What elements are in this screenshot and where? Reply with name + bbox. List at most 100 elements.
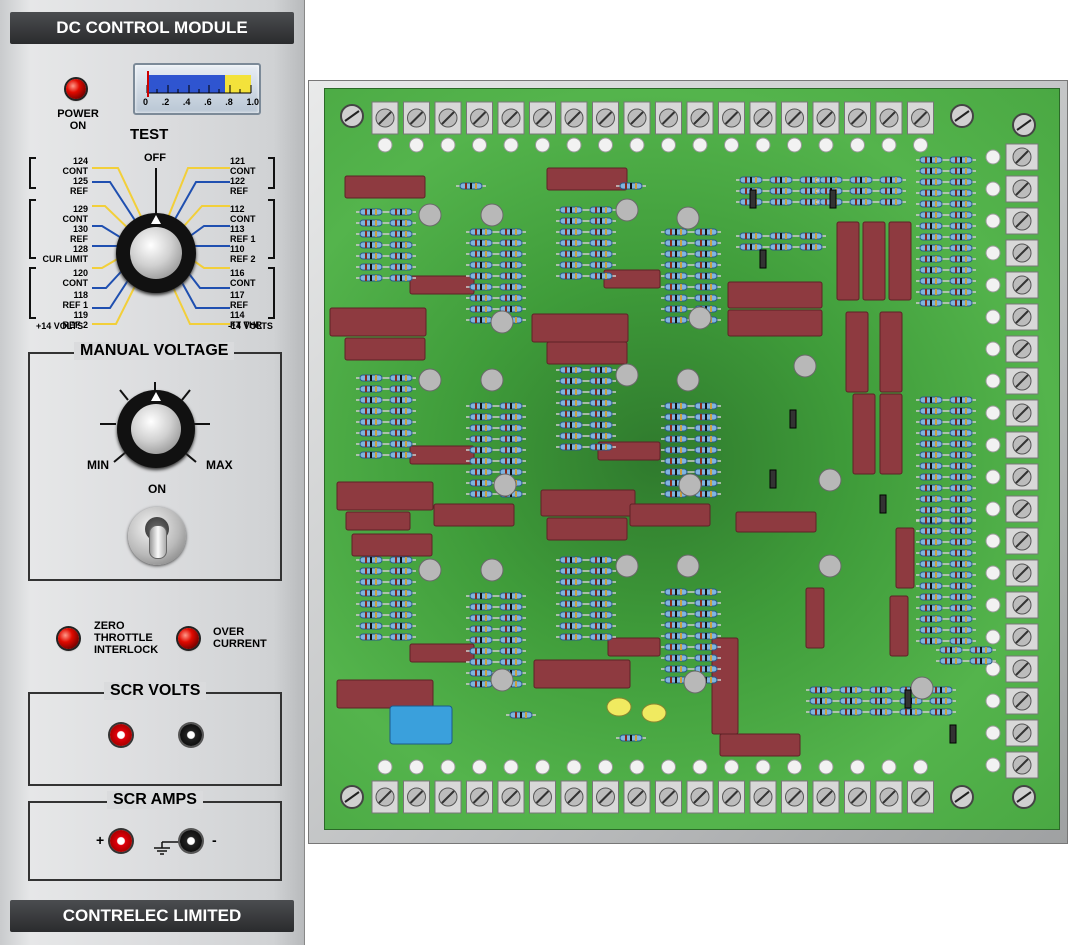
screw-terminal bbox=[1005, 143, 1039, 171]
screw-terminal bbox=[907, 780, 934, 814]
resistor-band bbox=[940, 698, 942, 704]
transistor bbox=[793, 354, 817, 378]
resistor-band bbox=[965, 605, 967, 611]
resistor-band bbox=[930, 605, 932, 611]
resistor-band bbox=[965, 583, 967, 589]
diode bbox=[759, 249, 767, 269]
resistor-band bbox=[930, 157, 932, 163]
resistor-band bbox=[575, 444, 577, 450]
resistor-band bbox=[960, 561, 962, 567]
resistor-band bbox=[805, 188, 807, 194]
resistor-band bbox=[955, 441, 957, 447]
power-resistor bbox=[344, 337, 426, 361]
resistor-band bbox=[675, 306, 677, 312]
solder-pad bbox=[881, 137, 897, 153]
resistor-band bbox=[565, 579, 567, 585]
resistor-band bbox=[600, 262, 602, 268]
resistor-band bbox=[960, 223, 962, 229]
resistor-band bbox=[930, 561, 932, 567]
resistor-band bbox=[480, 425, 482, 431]
resistor-band bbox=[955, 452, 957, 458]
resistor-band bbox=[925, 528, 927, 534]
resistor-band bbox=[505, 240, 507, 246]
resistor-band bbox=[700, 611, 702, 617]
resistor-band bbox=[960, 419, 962, 425]
resistor-band bbox=[925, 430, 927, 436]
resistor-band bbox=[930, 627, 932, 633]
resistor-band bbox=[400, 275, 402, 281]
power-resistor bbox=[533, 659, 631, 689]
solder-pad bbox=[985, 373, 1001, 389]
resistor-band bbox=[675, 273, 677, 279]
resistor-band bbox=[710, 295, 712, 301]
resistor-band bbox=[755, 244, 757, 250]
resistor-band bbox=[705, 622, 707, 628]
resistor-band bbox=[925, 550, 927, 556]
resistor-band bbox=[965, 594, 967, 600]
resistor-band bbox=[405, 242, 407, 248]
diode bbox=[749, 189, 757, 209]
resistor-band bbox=[700, 469, 702, 475]
screw-terminal bbox=[718, 780, 745, 814]
power-resistor bbox=[719, 733, 801, 757]
resistor-band bbox=[480, 317, 482, 323]
resistor-band bbox=[965, 485, 967, 491]
resistor-band bbox=[485, 681, 487, 687]
solder-pad bbox=[985, 757, 1001, 773]
resistor-band bbox=[680, 262, 682, 268]
resistor-band bbox=[510, 659, 512, 665]
resistor-band bbox=[570, 367, 572, 373]
resistor-band bbox=[400, 209, 402, 215]
resistor-band bbox=[930, 223, 932, 229]
screw-terminal bbox=[1005, 335, 1039, 363]
solder-pad bbox=[629, 759, 645, 775]
resistor-band bbox=[930, 419, 932, 425]
resistor-band bbox=[705, 273, 707, 279]
resistor-band bbox=[960, 594, 962, 600]
resistor-band bbox=[595, 367, 597, 373]
resistor-band bbox=[700, 589, 702, 595]
transistor bbox=[480, 368, 504, 392]
resistor-band bbox=[405, 452, 407, 458]
resistor-band bbox=[375, 441, 377, 447]
resistor-band bbox=[485, 317, 487, 323]
resistor-band bbox=[600, 590, 602, 596]
power-resistor bbox=[879, 311, 903, 393]
resistor-band bbox=[925, 583, 927, 589]
resistor-band bbox=[785, 199, 787, 205]
resistor-band bbox=[570, 634, 572, 640]
resistor-band bbox=[930, 397, 932, 403]
resistor-band bbox=[570, 229, 572, 235]
resistor-band bbox=[960, 539, 962, 545]
resistor-band bbox=[635, 735, 637, 741]
resistor-band bbox=[605, 433, 607, 439]
resistor-band bbox=[680, 447, 682, 453]
resistor-band bbox=[965, 550, 967, 556]
screw-terminal bbox=[686, 101, 714, 135]
resistor-band bbox=[515, 262, 517, 268]
resistor-band bbox=[365, 557, 367, 563]
resistor-band bbox=[855, 698, 857, 704]
resistor-band bbox=[670, 622, 672, 628]
resistor-band bbox=[405, 623, 407, 629]
resistor-band bbox=[960, 256, 962, 262]
resistor-band bbox=[810, 233, 812, 239]
resistor-band bbox=[485, 262, 487, 268]
resistor-band bbox=[480, 229, 482, 235]
resistor-band bbox=[885, 709, 887, 715]
resistor-band bbox=[675, 229, 677, 235]
resistor-band bbox=[505, 229, 507, 235]
resistor-band bbox=[475, 425, 477, 431]
resistor-band bbox=[600, 240, 602, 246]
resistor-band bbox=[405, 568, 407, 574]
resistor-band bbox=[680, 469, 682, 475]
resistor-band bbox=[570, 568, 572, 574]
resistor-band bbox=[700, 458, 702, 464]
resistor-band bbox=[375, 397, 377, 403]
resistor-band bbox=[680, 666, 682, 672]
solder-pad bbox=[913, 759, 928, 775]
resistor-band bbox=[575, 273, 577, 279]
resistor-band bbox=[605, 262, 607, 268]
screw-terminal bbox=[1005, 463, 1039, 491]
resistor-band bbox=[595, 444, 597, 450]
